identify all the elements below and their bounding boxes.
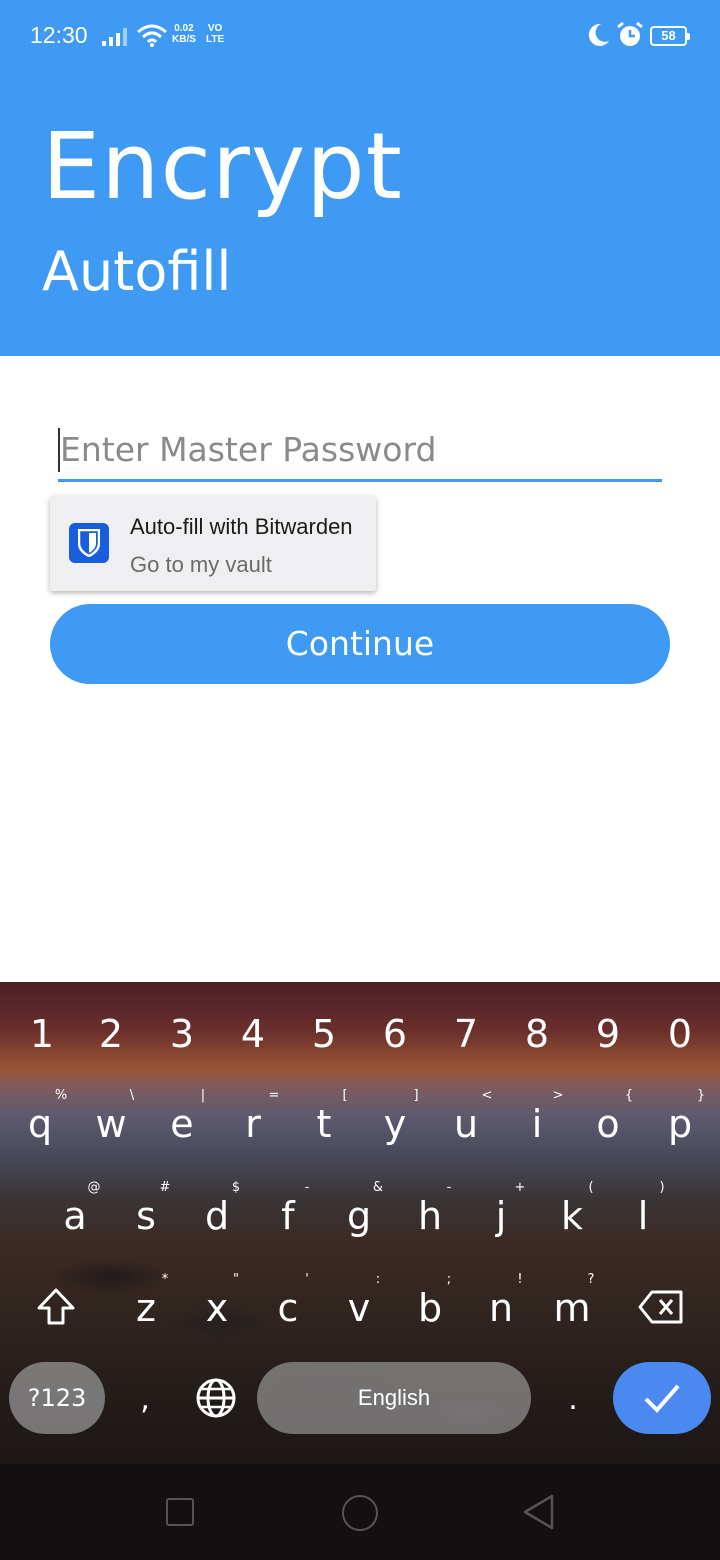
letter-key-l[interactable]: l xyxy=(618,1194,668,1238)
back-triangle-icon[interactable] xyxy=(522,1494,556,1534)
symbols-key[interactable]: ?123 xyxy=(9,1362,105,1434)
status-bar: 12:30 0.02 KB/S VO LTE 58 xyxy=(0,0,720,72)
letter-key-r[interactable]: r xyxy=(228,1102,278,1146)
net-speed-unit: KB/S xyxy=(172,34,196,45)
period-key[interactable]: . xyxy=(558,1382,588,1417)
letter-key-f[interactable]: f xyxy=(263,1194,313,1238)
letter-key-v[interactable]: v xyxy=(334,1286,384,1330)
letter-key-z[interactable]: z xyxy=(121,1286,171,1330)
comma-key[interactable]: , xyxy=(130,1382,160,1417)
alarm-clock-icon xyxy=(616,21,644,53)
number-key-7[interactable]: 7 xyxy=(441,1012,491,1056)
letter-key-p[interactable]: p xyxy=(655,1102,705,1146)
recents-square-icon[interactable] xyxy=(166,1498,194,1526)
letter-key-d[interactable]: d xyxy=(192,1194,242,1238)
autofill-subtitle: Go to my vault xyxy=(130,552,272,577)
hint-d: $ xyxy=(231,1180,241,1195)
globe-language-icon[interactable] xyxy=(195,1377,237,1423)
backspace-icon[interactable] xyxy=(638,1290,684,1328)
hint-l: ) xyxy=(659,1180,665,1195)
letter-key-c[interactable]: c xyxy=(263,1286,313,1330)
hint-y: ] xyxy=(413,1088,419,1103)
bitwarden-autofill-suggestion[interactable]: Auto-fill with Bitwarden Go to my vault xyxy=(50,496,376,591)
letter-key-q[interactable]: q xyxy=(15,1102,65,1146)
hint-p: } xyxy=(696,1088,706,1103)
number-key-5[interactable]: 5 xyxy=(299,1012,349,1056)
hint-f: - xyxy=(304,1180,310,1195)
hint-m: ? xyxy=(587,1272,595,1287)
letter-key-m[interactable]: m xyxy=(547,1286,597,1330)
hint-u: < xyxy=(481,1088,493,1103)
hint-g: & xyxy=(372,1180,384,1195)
system-navigation-bar xyxy=(0,1464,720,1560)
done-check-key[interactable] xyxy=(613,1362,711,1434)
shift-arrow-icon[interactable] xyxy=(36,1287,76,1331)
hint-s: # xyxy=(159,1180,171,1195)
battery-indicator: 58 xyxy=(650,26,690,46)
number-key-1[interactable]: 1 xyxy=(17,1012,67,1056)
volte-bottom: LTE xyxy=(206,34,225,45)
space-key[interactable]: English xyxy=(257,1362,531,1434)
master-password-input[interactable]: Enter Master Password xyxy=(58,420,662,482)
letter-key-x[interactable]: x xyxy=(192,1286,242,1330)
hint-w: \ xyxy=(129,1088,135,1103)
net-speed-value: 0.02 xyxy=(174,23,194,34)
volte-indicator: VO LTE xyxy=(206,23,224,45)
hint-q: % xyxy=(54,1088,68,1103)
letter-key-u[interactable]: u xyxy=(441,1102,491,1146)
hint-z: * xyxy=(161,1272,169,1287)
number-key-8[interactable]: 8 xyxy=(512,1012,562,1056)
hint-x: " xyxy=(233,1272,239,1287)
hint-o: { xyxy=(624,1088,634,1103)
app-header: 12:30 0.02 KB/S VO LTE 58 Encrypt Autofi… xyxy=(0,0,720,356)
letter-key-a[interactable]: a xyxy=(50,1194,100,1238)
letter-key-j[interactable]: j xyxy=(476,1194,526,1238)
app-title: Encrypt xyxy=(42,113,403,220)
number-key-3[interactable]: 3 xyxy=(157,1012,207,1056)
hint-a: @ xyxy=(87,1180,101,1195)
hint-h: - xyxy=(446,1180,452,1195)
autofill-title: Auto-fill with Bitwarden xyxy=(130,514,353,539)
letter-key-i[interactable]: i xyxy=(512,1102,562,1146)
hint-t: [ xyxy=(342,1088,348,1103)
volte-top: VO xyxy=(207,23,223,34)
letter-key-g[interactable]: g xyxy=(334,1194,384,1238)
hint-j: + xyxy=(514,1180,526,1195)
letter-key-e[interactable]: e xyxy=(157,1102,207,1146)
hint-e: | xyxy=(200,1088,206,1103)
letter-key-h[interactable]: h xyxy=(405,1194,455,1238)
number-key-2[interactable]: 2 xyxy=(86,1012,136,1056)
number-key-4[interactable]: 4 xyxy=(228,1012,278,1056)
password-placeholder: Enter Master Password xyxy=(60,430,437,469)
letter-key-s[interactable]: s xyxy=(121,1194,171,1238)
app-subtitle: Autofill xyxy=(42,240,232,303)
letter-key-y[interactable]: y xyxy=(370,1102,420,1146)
number-key-6[interactable]: 6 xyxy=(370,1012,420,1056)
letter-key-o[interactable]: o xyxy=(583,1102,633,1146)
letter-key-t[interactable]: t xyxy=(299,1102,349,1146)
hint-c: ' xyxy=(305,1272,309,1287)
continue-button[interactable]: Continue xyxy=(50,604,670,684)
hint-b: ; xyxy=(446,1272,452,1287)
bitwarden-shield-icon xyxy=(69,523,109,563)
network-speed: 0.02 KB/S xyxy=(172,23,196,45)
hint-k: ( xyxy=(588,1180,594,1195)
home-circle-icon[interactable] xyxy=(342,1495,378,1531)
signal-icon xyxy=(102,27,130,51)
hint-r: = xyxy=(268,1088,280,1103)
hint-i: > xyxy=(552,1088,564,1103)
letter-key-w[interactable]: w xyxy=(86,1102,136,1146)
number-key-0[interactable]: 0 xyxy=(655,1012,705,1056)
number-key-9[interactable]: 9 xyxy=(583,1012,633,1056)
letter-key-n[interactable]: n xyxy=(476,1286,526,1330)
letter-key-b[interactable]: b xyxy=(405,1286,455,1330)
wifi-icon xyxy=(137,24,167,52)
soft-keyboard: ?123 , English . 1 2 3 4 5 6 7 8 9 0 q% w \ e | r = t[ y] u… xyxy=(0,982,720,1464)
letter-key-k[interactable]: k xyxy=(547,1194,597,1238)
hint-n: ! xyxy=(517,1272,523,1287)
status-time: 12:30 xyxy=(30,22,88,48)
do-not-disturb-moon-icon xyxy=(586,22,610,52)
hint-v: : xyxy=(375,1272,381,1287)
